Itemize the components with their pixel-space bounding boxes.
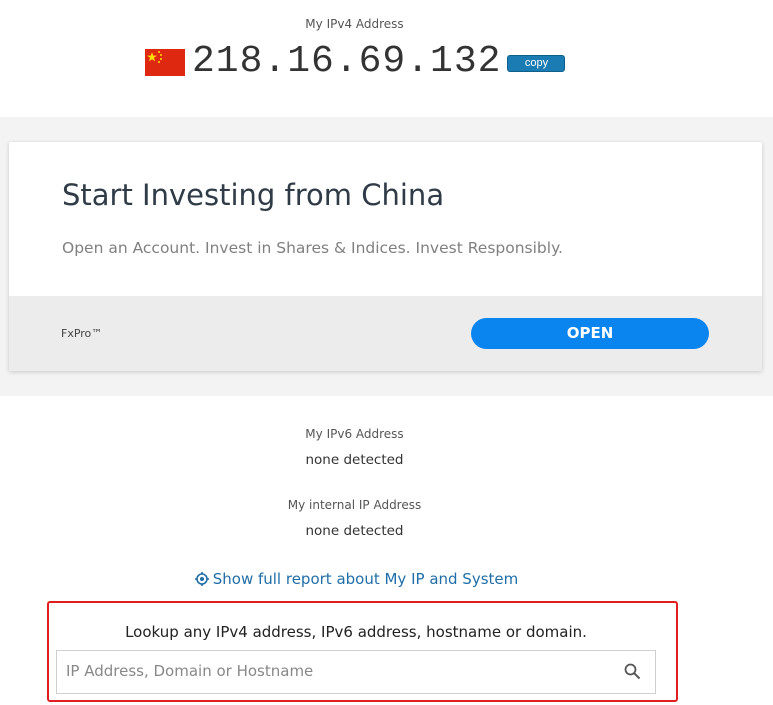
ad-subtitle: Open an Account. Invest in Shares & Indi… (62, 239, 563, 257)
ad-card: Start Investing from China Open an Accou… (9, 142, 762, 371)
internal-ip-label: My internal IP Address (287, 498, 422, 512)
lookup-input-wrap (56, 650, 656, 694)
china-flag-icon (145, 48, 185, 76)
ipv6-value: none detected (305, 452, 404, 468)
report-link-label[interactable]: Show full report about My IP and System (213, 570, 519, 588)
ad-brand: FxPro™ (61, 327, 103, 340)
target-icon (194, 572, 209, 590)
ipv4-label: My IPv4 Address (305, 17, 404, 31)
lookup-box: Lookup any IPv4 address, IPv6 address, h… (47, 601, 678, 702)
ipv6-label: My IPv6 Address (305, 427, 404, 441)
ad-title[interactable]: Start Investing from China (62, 178, 444, 212)
lookup-title: Lookup any IPv4 address, IPv6 address, h… (125, 623, 587, 641)
ipv4-address: 218.16.69.132 (192, 40, 502, 83)
report-link[interactable]: Show full report about My IP and System (0, 570, 713, 590)
ipv4-row: 218.16.69.132 copy (145, 40, 566, 83)
ad-open-button[interactable]: OPEN (471, 318, 709, 349)
internal-ip-value: none detected (305, 523, 404, 539)
copy-button[interactable]: copy (507, 54, 566, 72)
lookup-input[interactable] (57, 651, 606, 691)
search-icon[interactable] (624, 663, 641, 685)
ad-footer: FxPro™ OPEN (9, 296, 762, 371)
